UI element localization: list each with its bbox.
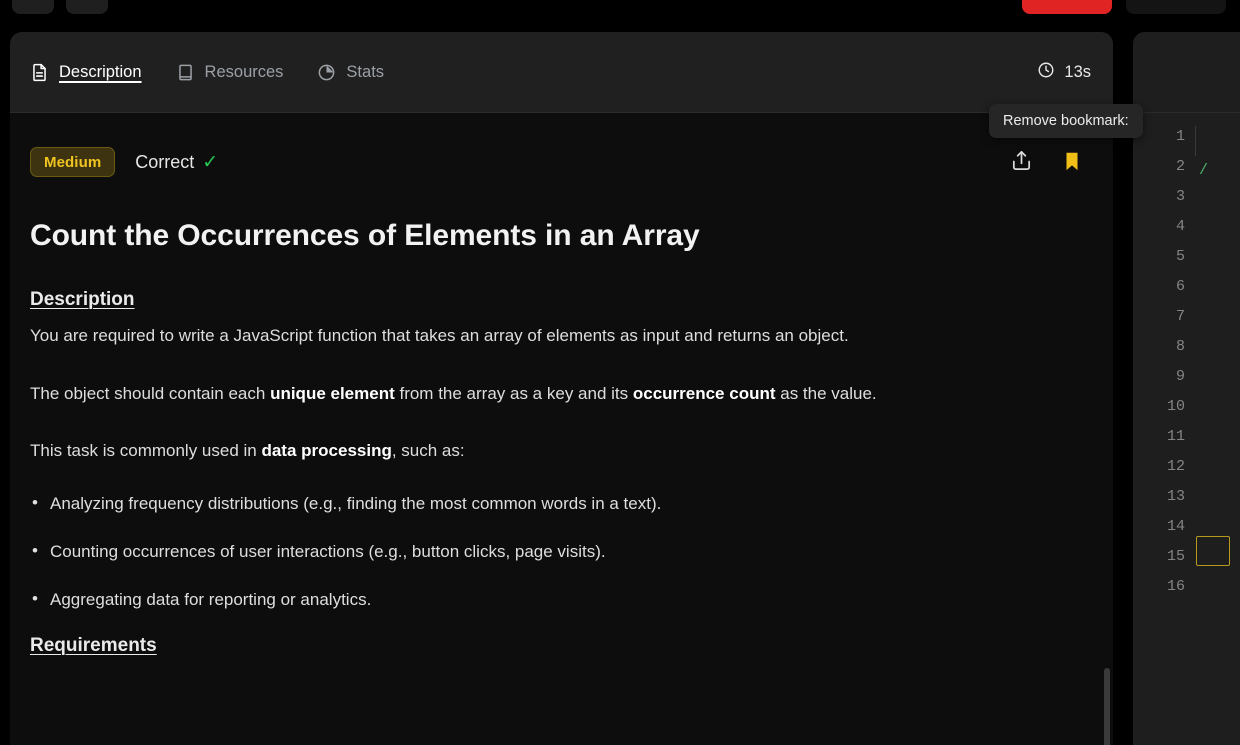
line-number: 4 [1175, 218, 1185, 235]
list-item: Counting occurrences of user interaction… [30, 539, 1083, 564]
editor-header [1133, 32, 1240, 113]
verdict-label: Correct [135, 151, 195, 172]
timer-value: 13s [1064, 62, 1091, 81]
line-number: 9 [1175, 368, 1185, 385]
line-number-gutter: 1 2 3 4 5 6 7 8 9 10 11 12 13 14 15 16 [1133, 122, 1195, 745]
code-area[interactable]: / f } [1195, 122, 1240, 745]
nav-back-button[interactable] [12, 0, 54, 14]
line-number: 11 [1166, 428, 1185, 445]
object-line-pre: The object should contain each [30, 383, 271, 403]
document-icon [30, 63, 49, 82]
editor-body[interactable]: 1 2 3 4 5 6 7 8 9 10 11 12 13 14 15 16 / [1133, 113, 1240, 745]
tab-resources-label: Resources [204, 62, 284, 81]
clock-icon [1037, 61, 1055, 84]
line-number: 14 [1166, 518, 1185, 535]
content-scrollbar[interactable] [1104, 668, 1110, 745]
submit-button[interactable] [1126, 0, 1226, 14]
indent-guide [1195, 126, 1196, 156]
description-paragraph: You are required to write a JavaScript f… [30, 326, 849, 345]
page-title: Count the Occurrences of Elements in an … [30, 219, 700, 252]
list-item: Aggregating data for reporting or analyt… [30, 587, 1083, 612]
line-number: 16 [1166, 578, 1185, 595]
line-number: 7 [1175, 308, 1185, 325]
nav-forward-button[interactable] [66, 0, 108, 14]
app-root: Description Resources Stats 13s Medium C… [0, 0, 1240, 745]
usage-paragraph: This task is commonly used in data proce… [30, 439, 1083, 464]
pie-chart-icon [317, 63, 336, 82]
bookmark-button[interactable] [1061, 150, 1083, 175]
tab-description-label: Description [59, 62, 142, 81]
description-heading: Description [30, 289, 135, 310]
object-line-post: as the value. [775, 383, 877, 403]
share-icon [1010, 149, 1033, 175]
line-number: 5 [1175, 248, 1185, 265]
line-number: 10 [1166, 398, 1185, 415]
tab-description[interactable]: Description [30, 63, 142, 82]
line-number: 12 [1166, 458, 1185, 475]
object-line-bold-unique: unique element [270, 383, 395, 403]
editor-cursor [1196, 536, 1230, 566]
requirements-heading: Requirements [30, 635, 157, 657]
top-toolbar [0, 0, 1240, 22]
line-number: 15 [1166, 548, 1185, 565]
bookmark-tooltip: Remove bookmark: [989, 104, 1143, 138]
tab-stats-label: Stats [346, 62, 385, 81]
problem-actions [1010, 149, 1083, 175]
tab-bar: Description Resources Stats [30, 63, 1037, 82]
line-number: 13 [1166, 488, 1185, 505]
list-item: Analyzing frequency distributions (e.g.,… [30, 491, 1083, 516]
session-timer: 13s [1037, 61, 1091, 84]
line-number: 6 [1175, 278, 1185, 295]
object-line-bold-count: occurrence count [632, 383, 776, 403]
verdict-status: Correct ✓ [135, 152, 218, 173]
problem-panel: Description Resources Stats 13s Medium C… [10, 32, 1113, 745]
check-icon: ✓ [202, 151, 219, 173]
tab-stats[interactable]: Stats [317, 63, 384, 82]
object-line-mid: from the array as a key and its [394, 383, 633, 403]
code-line: / [1199, 162, 1209, 179]
usage-bullet-list: Analyzing frequency distributions (e.g.,… [30, 491, 1083, 612]
share-button[interactable] [1010, 149, 1033, 175]
line-number: 3 [1175, 188, 1185, 205]
tab-resources[interactable]: Resources [176, 62, 284, 82]
bookmark-icon [1061, 150, 1083, 175]
run-button[interactable] [1022, 0, 1112, 14]
code-editor-panel: 1 2 3 4 5 6 7 8 9 10 11 12 13 14 15 16 / [1133, 32, 1240, 745]
object-requirement-paragraph: The object should contain each unique el… [30, 382, 1083, 407]
usage-line-post: , such as: [391, 441, 465, 461]
line-number: 2 [1175, 158, 1185, 175]
book-icon [176, 63, 195, 82]
problem-content: Medium Correct ✓ Count the Occurrences o… [10, 113, 1113, 745]
usage-line-pre: This task is commonly used in [30, 441, 262, 461]
line-number: 8 [1175, 338, 1185, 355]
difficulty-badge: Medium [30, 147, 116, 177]
panel-header: Description Resources Stats 13s [10, 32, 1113, 113]
problem-meta-row: Medium Correct ✓ [30, 147, 1083, 177]
usage-line-bold: data processing [261, 441, 392, 461]
